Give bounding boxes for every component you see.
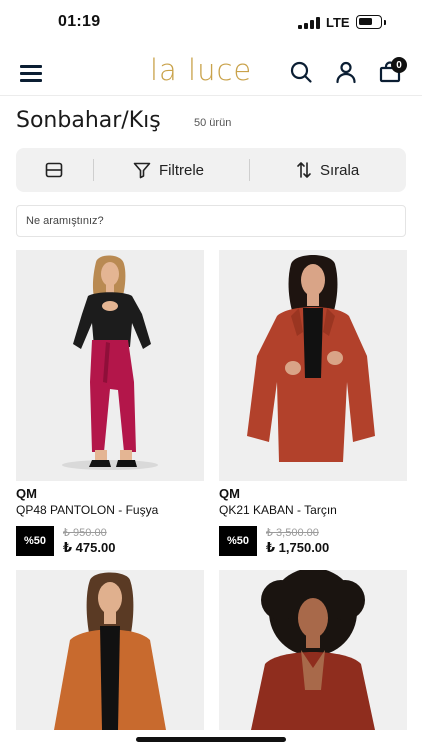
product-name[interactable]: QP48 PANTOLON - Fuşya: [16, 503, 158, 517]
product-count: 50 ürün: [194, 117, 232, 129]
product-brand: QM: [219, 486, 240, 501]
battery-cap: [384, 20, 386, 25]
listing-toolbar: Filtrele Sırala: [16, 148, 406, 192]
search-input[interactable]: [16, 205, 406, 237]
status-bar: 01:19 LTE: [0, 0, 422, 46]
home-indicator: [136, 737, 286, 742]
sale-price: ₺ 1,750.00: [266, 540, 330, 555]
filter-button[interactable]: Filtrele: [133, 148, 204, 192]
sort-button[interactable]: Sırala: [296, 148, 359, 192]
search-icon[interactable]: [289, 60, 313, 84]
sort-icon: [297, 162, 311, 178]
product-image[interactable]: [16, 250, 204, 481]
account-icon[interactable]: [334, 60, 358, 84]
signal-icon: [298, 17, 320, 29]
product-brand: QM: [16, 486, 37, 501]
view-toggle-button[interactable]: [45, 148, 63, 192]
network-label: LTE: [326, 15, 350, 30]
discount-badge: %50: [16, 526, 54, 556]
toolbar-divider: [249, 159, 250, 181]
filter-label: Filtrele: [159, 161, 205, 179]
sort-label: Sırala: [320, 161, 360, 179]
discount-badge: %50: [219, 526, 257, 556]
product-image[interactable]: [16, 570, 204, 730]
toolbar-divider: [93, 159, 94, 181]
app-header: la luce: [0, 48, 422, 96]
grid-view-icon: [45, 162, 63, 178]
page-title: Sonbahar/Kış: [16, 108, 161, 133]
product-name[interactable]: QK21 KABAN - Tarçın: [219, 503, 337, 517]
filter-icon: [133, 162, 151, 179]
brand-logo[interactable]: la luce: [150, 53, 252, 87]
cart-count-badge: 0: [391, 57, 407, 73]
status-time: 01:19: [58, 13, 101, 30]
battery-icon: [356, 15, 382, 29]
product-image[interactable]: [219, 570, 407, 730]
old-price: ₺ 950.00: [63, 527, 107, 539]
product-image[interactable]: [219, 250, 407, 481]
sale-price: ₺ 475.00: [63, 540, 116, 555]
old-price: ₺ 3,500.00: [266, 527, 319, 539]
hamburger-menu-icon[interactable]: [20, 64, 42, 82]
